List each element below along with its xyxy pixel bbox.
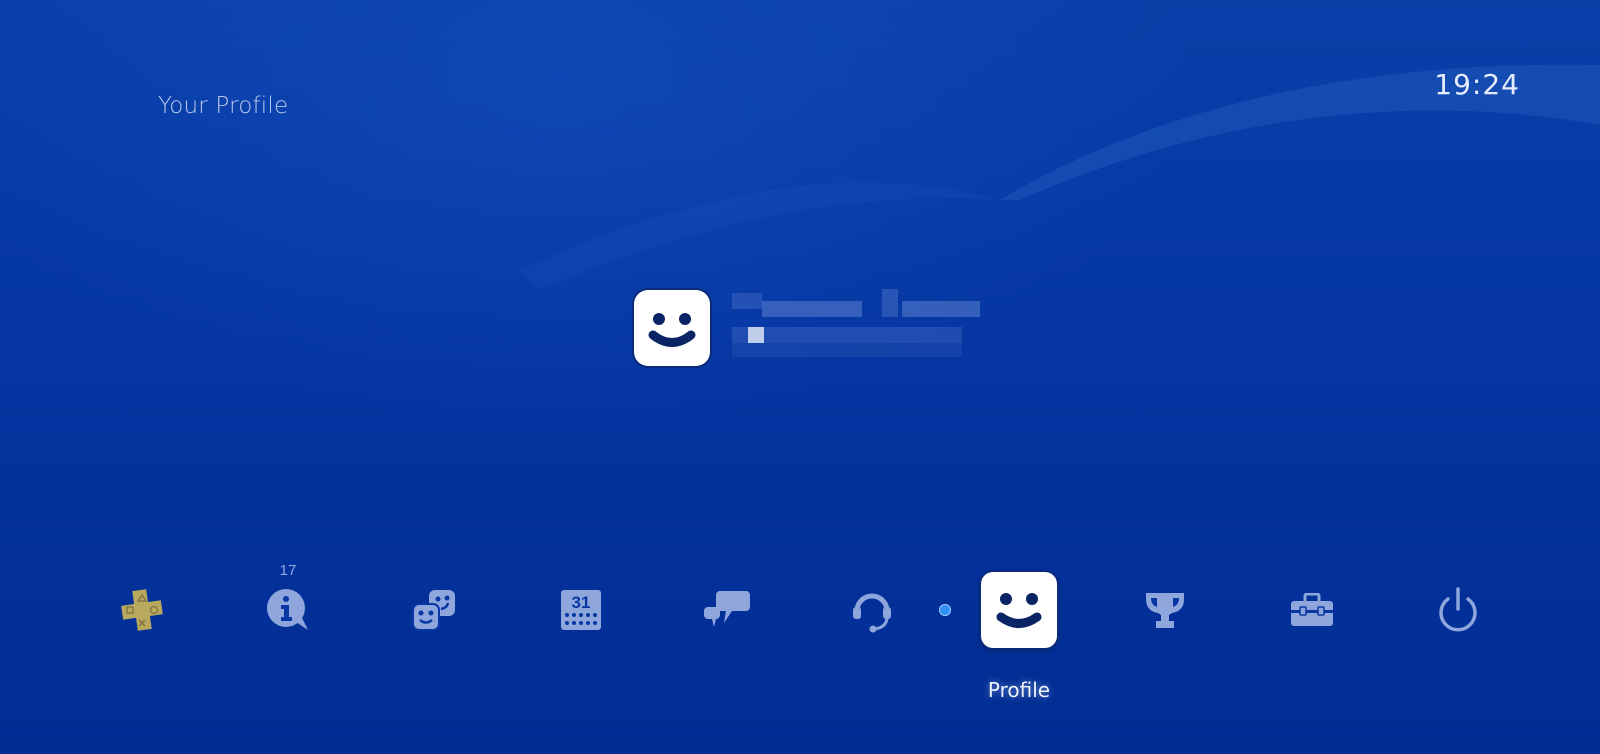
function-bar-item-trophies[interactable] (1135, 580, 1195, 640)
function-bar-item-playstation-plus[interactable] (112, 580, 172, 640)
toolbox-icon (1291, 593, 1333, 626)
function-bar-item-settings[interactable] (1282, 580, 1342, 640)
calendar-day: 31 (572, 593, 591, 612)
function-bar: 17 31 (0, 560, 1600, 670)
calendar-icon: 31 (561, 590, 601, 630)
headset-icon (853, 593, 891, 633)
function-bar-item-power[interactable] (1428, 580, 1488, 640)
profile-card[interactable] (634, 287, 982, 369)
messages-icon (704, 591, 750, 627)
power-icon (1439, 587, 1477, 632)
function-bar-item-friends[interactable] (404, 580, 464, 640)
selected-item-label: Profile (987, 678, 1051, 702)
ps-plus-icon (121, 589, 163, 631)
friends-icon (412, 590, 455, 631)
selection-indicator-dot (939, 604, 951, 616)
function-bar-item-events[interactable]: 31 (551, 580, 611, 640)
function-bar-item-whats-new[interactable]: 17 (258, 562, 318, 640)
online-id-pixelated (732, 287, 982, 369)
smiley-avatar-icon (634, 290, 710, 366)
screen-title: Your Profile (158, 93, 289, 119)
function-bar-item-party[interactable] (842, 580, 902, 640)
function-bar-item-messages[interactable] (697, 580, 757, 640)
smiley-avatar-icon (996, 593, 1042, 628)
trophy-icon (1146, 593, 1184, 628)
clock: 19:24 (1434, 68, 1520, 101)
function-bar-item-profile[interactable] (981, 572, 1057, 648)
notification-badge: 17 (279, 562, 297, 579)
info-bubble-icon (267, 589, 308, 630)
